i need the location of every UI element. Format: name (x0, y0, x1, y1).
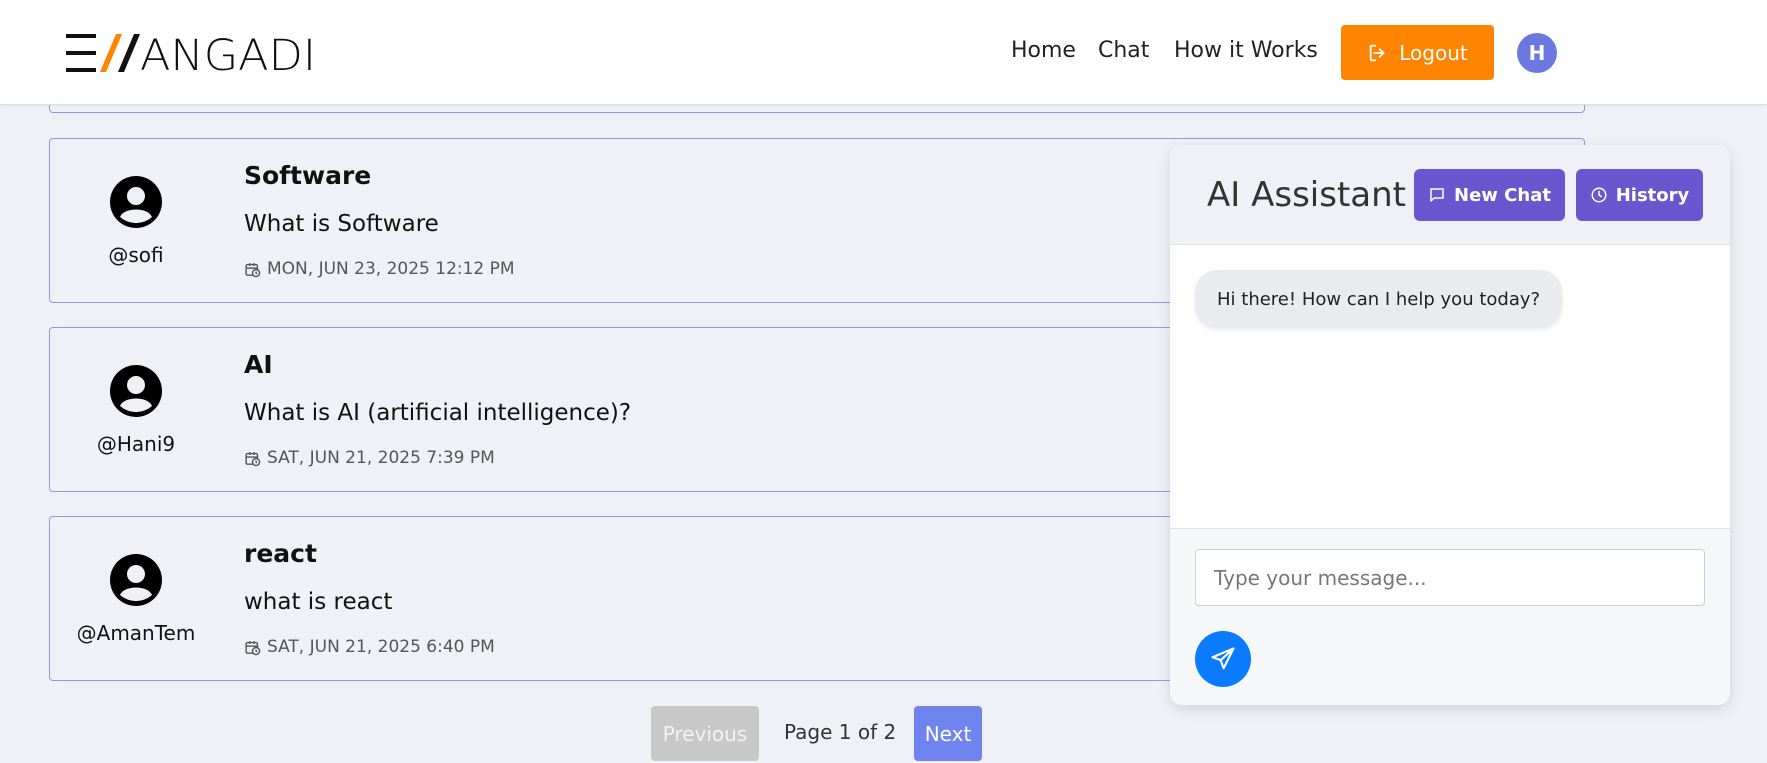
ai-assistant-title: AI Assistant (1207, 175, 1406, 215)
page-indicator: Page 1 of 2 (784, 720, 897, 744)
question-date-text: MON, JUN 23, 2025 12:12 PM (267, 259, 515, 279)
nav-chat-link[interactable]: Chat (1098, 38, 1149, 63)
logout-icon (1370, 44, 1385, 61)
new-chat-label: New Chat (1454, 184, 1551, 206)
question-username[interactable]: @AmanTem (50, 621, 222, 645)
question-body: what is react (244, 589, 393, 615)
question-date-text: SAT, JUN 21, 2025 7:39 PM (267, 448, 495, 468)
nav-home-link[interactable]: Home (1011, 38, 1076, 63)
history-button[interactable]: History (1576, 169, 1703, 221)
previous-page-button[interactable]: Previous (651, 706, 759, 761)
next-page-button[interactable]: Next (914, 706, 982, 761)
question-date: SAT, JUN 21, 2025 7:39 PM (244, 448, 495, 468)
top-navbar: ANGADI Home Chat How it Works Logout H (0, 0, 1767, 105)
assistant-message-bubble: Hi there! How can I help you today? (1195, 270, 1563, 328)
question-date: MON, JUN 23, 2025 12:12 PM (244, 259, 515, 279)
svg-text:ANGADI: ANGADI (140, 34, 316, 72)
ai-assistant-panel: AI Assistant New Chat History Hi there! … (1170, 145, 1730, 705)
question-title: Software (244, 161, 372, 190)
question-date: SAT, JUN 21, 2025 6:40 PM (244, 637, 495, 657)
user-avatar[interactable]: H (1517, 33, 1557, 73)
evangadi-logo[interactable]: ANGADI (66, 34, 318, 72)
question-body: What is Software (244, 211, 439, 237)
clock-icon (1591, 187, 1607, 203)
logout-label: Logout (1399, 40, 1468, 65)
question-title: react (244, 539, 317, 568)
user-avatar-icon (110, 554, 162, 606)
new-chat-button[interactable]: New Chat (1414, 169, 1565, 221)
send-icon (1211, 647, 1235, 670)
question-title: AI (244, 350, 273, 379)
user-avatar-icon (110, 176, 162, 228)
calendar-clock-icon (245, 262, 261, 277)
chat-bubble-icon (1430, 188, 1444, 202)
question-username[interactable]: @sofi (50, 243, 222, 267)
chat-message-input[interactable] (1195, 549, 1705, 606)
logo-mark: ANGADI (66, 34, 316, 72)
question-body: What is AI (artificial intelligence)? (244, 400, 632, 426)
logout-button[interactable]: Logout (1341, 25, 1494, 80)
question-date-text: SAT, JUN 21, 2025 6:40 PM (267, 637, 495, 657)
question-username[interactable]: @Hani9 (50, 432, 222, 456)
user-avatar-icon (110, 365, 162, 417)
calendar-clock-icon (245, 451, 261, 466)
history-label: History (1615, 184, 1690, 206)
nav-how-it-works-link[interactable]: How it Works (1174, 38, 1318, 63)
chat-messages-area[interactable]: Hi there! How can I help you today? (1170, 245, 1730, 529)
ai-assistant-header: AI Assistant New Chat History (1170, 145, 1730, 245)
calendar-clock-icon (245, 640, 261, 655)
send-message-button[interactable] (1195, 631, 1251, 687)
